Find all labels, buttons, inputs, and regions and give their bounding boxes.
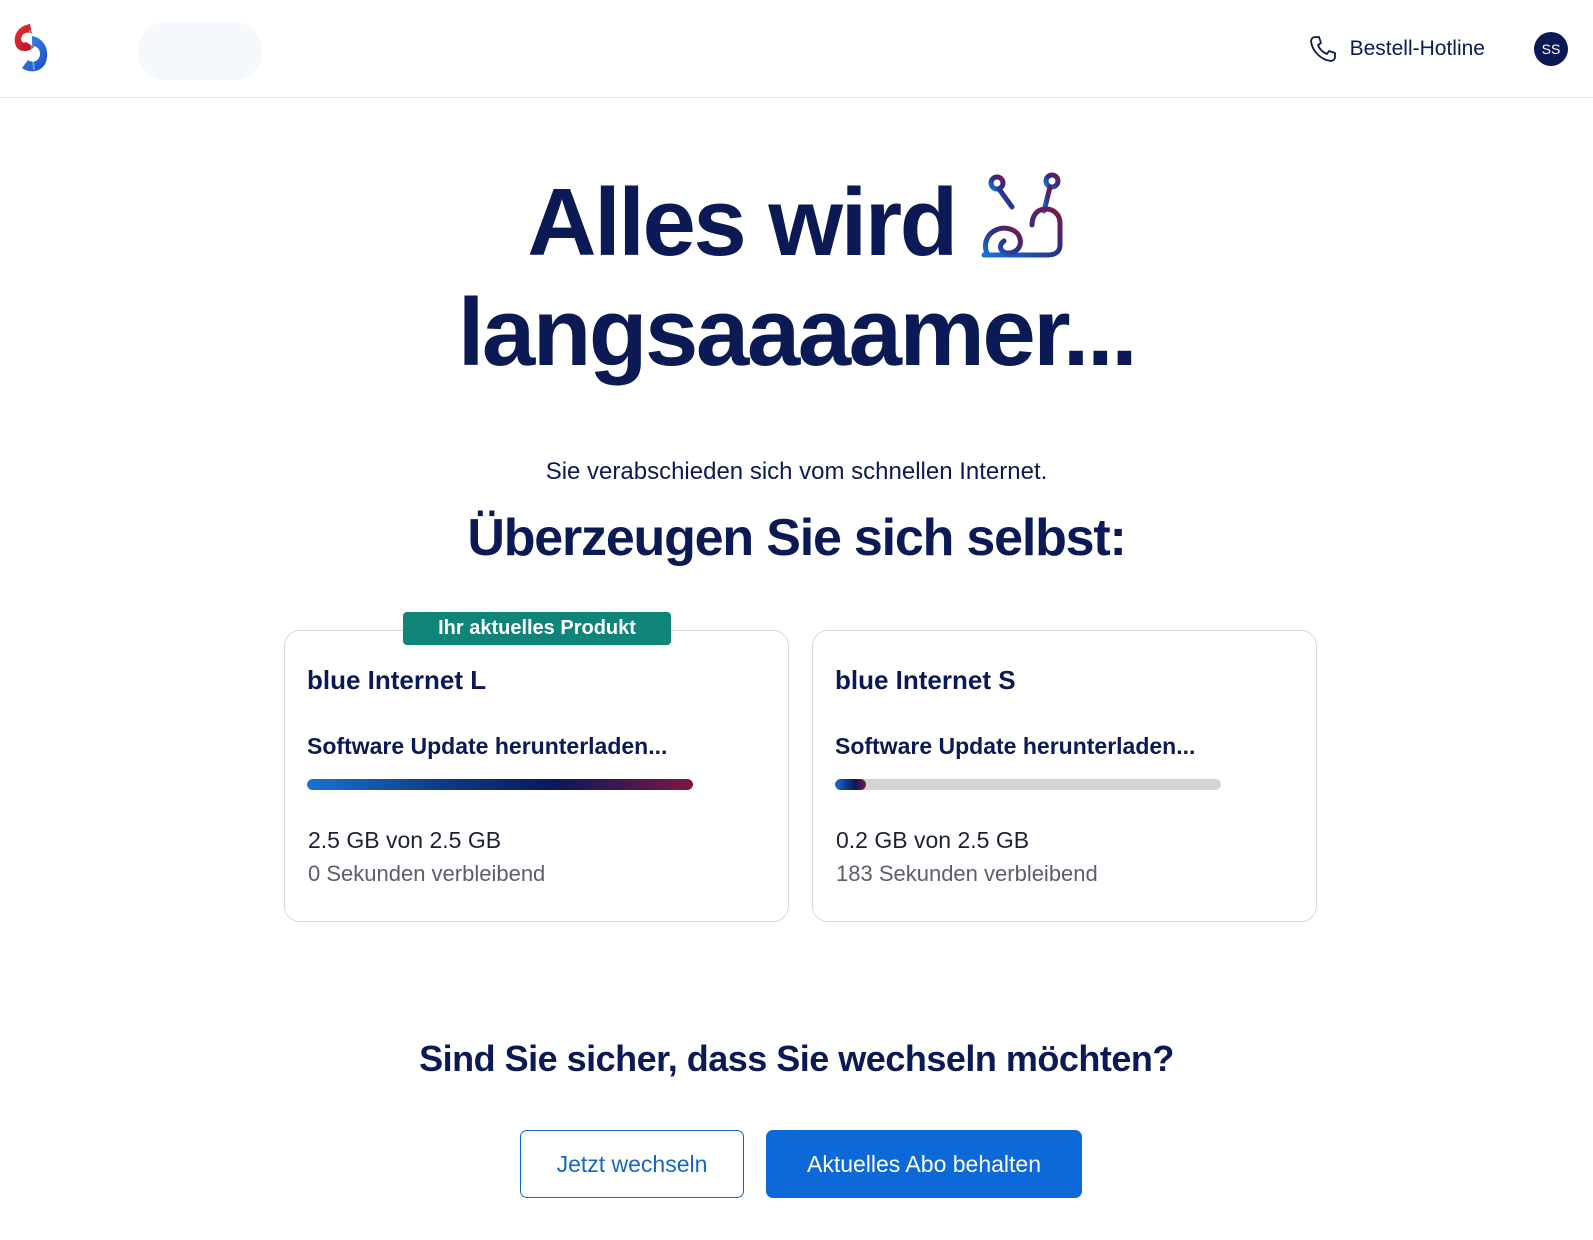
switch-now-button[interactable]: Jetzt wechseln — [520, 1130, 744, 1198]
download-amount: 2.5 GB von 2.5 GB — [308, 827, 502, 853]
section-heading: Überzeugen Sie sich selbst: — [467, 509, 1126, 567]
download-progress-bar — [307, 779, 693, 790]
snail-icon — [981, 172, 1063, 258]
current-product-badge: Ihr aktuelles Produkt — [403, 612, 671, 645]
download-amount: 0.2 GB von 2.5 GB — [836, 827, 1030, 853]
blurred-logo-area — [138, 22, 262, 80]
hero-title: Alles wird langsaaaamer... — [0, 168, 1593, 388]
phone-icon — [1309, 36, 1336, 62]
download-status: Software Update herunterladen... — [307, 733, 668, 759]
product-card-new: blue Internet S Software Update herunter… — [812, 630, 1317, 922]
brand-logo[interactable] — [8, 20, 52, 78]
user-avatar[interactable]: SS — [1534, 32, 1568, 66]
time-remaining: 0 Sekunden verbleibend — [308, 861, 546, 886]
hero-title-line1: Alles wird — [0, 168, 1593, 278]
hero-title-text1: Alles wird — [527, 169, 958, 276]
top-header: Bestell-Hotline SS — [0, 0, 1593, 98]
product-title: blue Internet S — [835, 665, 1016, 695]
keep-subscription-button[interactable]: Aktuelles Abo behalten — [766, 1130, 1082, 1198]
progress-fill — [307, 779, 693, 790]
hero-title-line2: langsaaaamer... — [457, 279, 1138, 386]
download-status: Software Update herunterladen... — [835, 733, 1196, 759]
progress-fill — [835, 779, 866, 790]
download-progress-bar — [835, 779, 1221, 790]
time-remaining: 183 Sekunden verbleibend — [836, 861, 1098, 886]
hotline-link[interactable]: Bestell-Hotline — [1308, 34, 1485, 64]
confirm-question: Sind Sie sicher, dass Sie wechseln möcht… — [419, 1038, 1174, 1079]
product-card-current: Ihr aktuelles Produkt blue Internet L So… — [284, 612, 789, 922]
hotline-label: Bestell-Hotline — [1349, 37, 1485, 60]
product-title: blue Internet L — [307, 665, 487, 695]
subtitle: Sie verabschieden sich vom schnellen Int… — [545, 458, 1048, 485]
